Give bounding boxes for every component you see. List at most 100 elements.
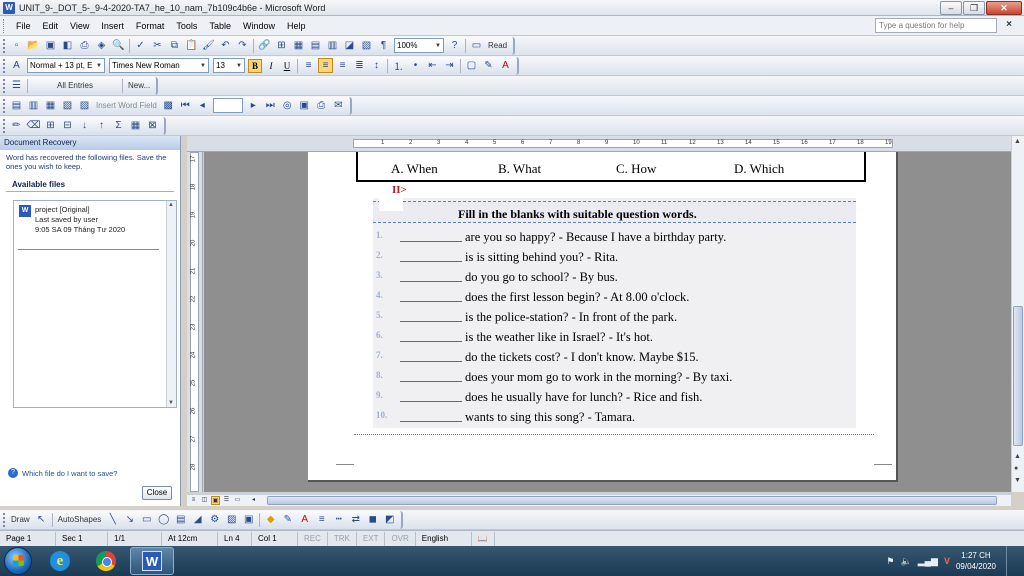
save-icon[interactable]: ▣ [43,38,58,53]
menu-view[interactable]: View [64,21,95,31]
spelling-icon[interactable]: ✓ [133,38,148,53]
close-document-icon[interactable]: × [1006,19,1012,30]
increase-indent-icon[interactable]: ⇥ [442,58,457,73]
cut-icon[interactable]: ✂ [150,38,165,53]
print-preview-icon[interactable]: ◈ [94,38,109,53]
rectangle-icon[interactable]: ▭ [139,512,154,527]
scroll-up-icon[interactable]: ▲ [168,202,174,208]
which-file-help-link[interactable]: ? Which file do I want to save? [8,468,117,478]
next-page-icon[interactable]: ▼ [1014,477,1021,484]
drawing-icon[interactable]: ◪ [342,38,357,53]
document-page[interactable]: A. When B. What C. How D. Which II> Fill… [308,152,898,482]
merge-cells-icon[interactable]: ⊟ [60,118,75,133]
browse-object-icon[interactable]: ● [1014,465,1018,472]
shadow-style-icon[interactable]: ◼ [365,512,380,527]
arrow-style-icon[interactable]: ⇄ [348,512,363,527]
toolbar-grip[interactable] [3,78,5,93]
font-size-combo[interactable]: 13 ▼ [213,58,245,73]
help-search-input[interactable]: Type a question for help [875,18,997,33]
copy-icon[interactable]: ⧉ [167,38,182,53]
open-folder-icon[interactable]: 📂 [26,38,41,53]
align-left-icon[interactable]: ≡ [301,58,316,73]
vertical-scrollbar[interactable]: ▲ ▲ ● ▼ [1011,136,1024,492]
recovered-file-item[interactable]: W project [Original] Last saved by user … [19,205,125,235]
status-trk[interactable]: TRK [328,531,357,546]
menu-format[interactable]: Format [130,21,171,31]
borders-icon[interactable]: ▢ [464,58,479,73]
scroll-down-icon[interactable]: ▼ [168,400,174,406]
help-icon[interactable]: ? [447,38,462,53]
underline-button[interactable]: U [280,59,294,73]
line-spacing-icon[interactable]: ↕ [369,58,384,73]
hyperlink-icon[interactable]: 🔗 [257,38,272,53]
show-desktop-button[interactable] [1006,546,1016,576]
eraser-icon[interactable]: ⌫ [26,118,41,133]
status-ovr[interactable]: OVR [385,531,416,546]
normal-view-icon[interactable]: ≡ [189,496,198,505]
menu-edit[interactable]: Edit [37,21,65,31]
draw-menu-button[interactable]: Draw [8,515,33,524]
font-color-icon[interactable]: A [498,58,513,73]
merge-to-document-icon[interactable]: ▣ [297,98,312,113]
paste-icon[interactable]: 📋 [184,38,199,53]
bullets-icon[interactable]: • [408,58,423,73]
permission-icon[interactable]: ◧ [60,38,75,53]
flag-icon[interactable]: ⚑ [886,556,894,567]
new-autotext-button[interactable]: New... [125,81,153,90]
word-app-icon[interactable]: W [3,1,15,14]
record-number-input[interactable] [212,98,243,113]
show-hide-icon[interactable]: ¶ [376,38,391,53]
horizontal-scrollbar[interactable]: ≡ ◫ ▣ ☰ ▭ ◂ [187,494,1011,506]
reading-layout-icon[interactable]: ▭ [233,496,242,505]
drawing-font-color-icon[interactable]: A [297,512,312,527]
bold-button[interactable]: B [248,58,262,73]
toolbar-grip[interactable] [3,512,5,527]
prev-record-icon[interactable]: ◂ [195,98,210,113]
styles-formatting-icon[interactable]: A [9,58,24,73]
horizontal-scroll-thumb[interactable] [267,496,997,505]
italic-button[interactable]: I [264,59,278,73]
wordart-icon[interactable]: ◢ [190,512,205,527]
minimize-button[interactable]: – [940,1,962,15]
restore-button[interactable]: ❐ [963,1,985,15]
greeting-line-icon[interactable]: ▨ [77,98,92,113]
taskbar-clock[interactable]: 1:27 CH 09/04/2020 [956,550,996,572]
select-objects-icon[interactable]: ↖ [34,512,49,527]
autotext-icon[interactable]: ☰ [9,78,24,93]
document-map-icon[interactable]: ▧ [359,38,374,53]
new-document-icon[interactable]: ▫ [9,38,24,53]
scroll-up-icon[interactable]: ▲ [1014,138,1021,145]
draw-table-icon[interactable]: ✏ [9,118,24,133]
3d-style-icon[interactable]: ◩ [382,512,397,527]
sort-ascending-icon[interactable]: ↓ [77,118,92,133]
split-table-icon[interactable]: ⊠ [145,118,160,133]
start-button[interactable] [4,547,32,575]
undo-icon[interactable]: ↶ [218,38,233,53]
align-center-icon[interactable]: ≡ [318,58,333,73]
style-combo[interactable]: Normal + 13 pt, E ▼ [27,58,105,73]
dash-style-icon[interactable]: ┅ [331,512,346,527]
highlight-icon[interactable]: ✎ [481,58,496,73]
previous-page-icon[interactable]: ▲ [1014,453,1021,460]
mail-merge-icon[interactable]: ▥ [26,98,41,113]
scroll-left-icon[interactable]: ◂ [249,496,258,505]
toolbar-grip[interactable] [3,118,5,133]
recipients-icon[interactable]: ▦ [43,98,58,113]
menu-file[interactable]: File [10,21,37,31]
last-record-icon[interactable]: ⏭ [263,98,278,113]
insert-word-field-button[interactable]: Insert Word Field [93,101,160,110]
menu-insert[interactable]: Insert [95,21,130,31]
insert-table-icon[interactable]: ▦ [291,38,306,53]
document-area[interactable]: A. When B. What C. How D. Which II> Fill… [204,152,1011,492]
tables-borders-icon[interactable]: ⊞ [274,38,289,53]
text-box-icon[interactable]: ▤ [173,512,188,527]
oval-icon[interactable]: ◯ [156,512,171,527]
read-mode-icon[interactable]: ▭ [469,38,484,53]
next-record-icon[interactable]: ▸ [246,98,261,113]
toolbar-grip[interactable] [3,98,5,113]
insert-excel-icon[interactable]: ▤ [308,38,323,53]
redo-icon[interactable]: ↷ [235,38,250,53]
font-combo[interactable]: Times New Roman ▼ [109,58,209,73]
menu-tools[interactable]: Tools [170,21,203,31]
close-window-button[interactable]: ✕ [986,1,1022,15]
